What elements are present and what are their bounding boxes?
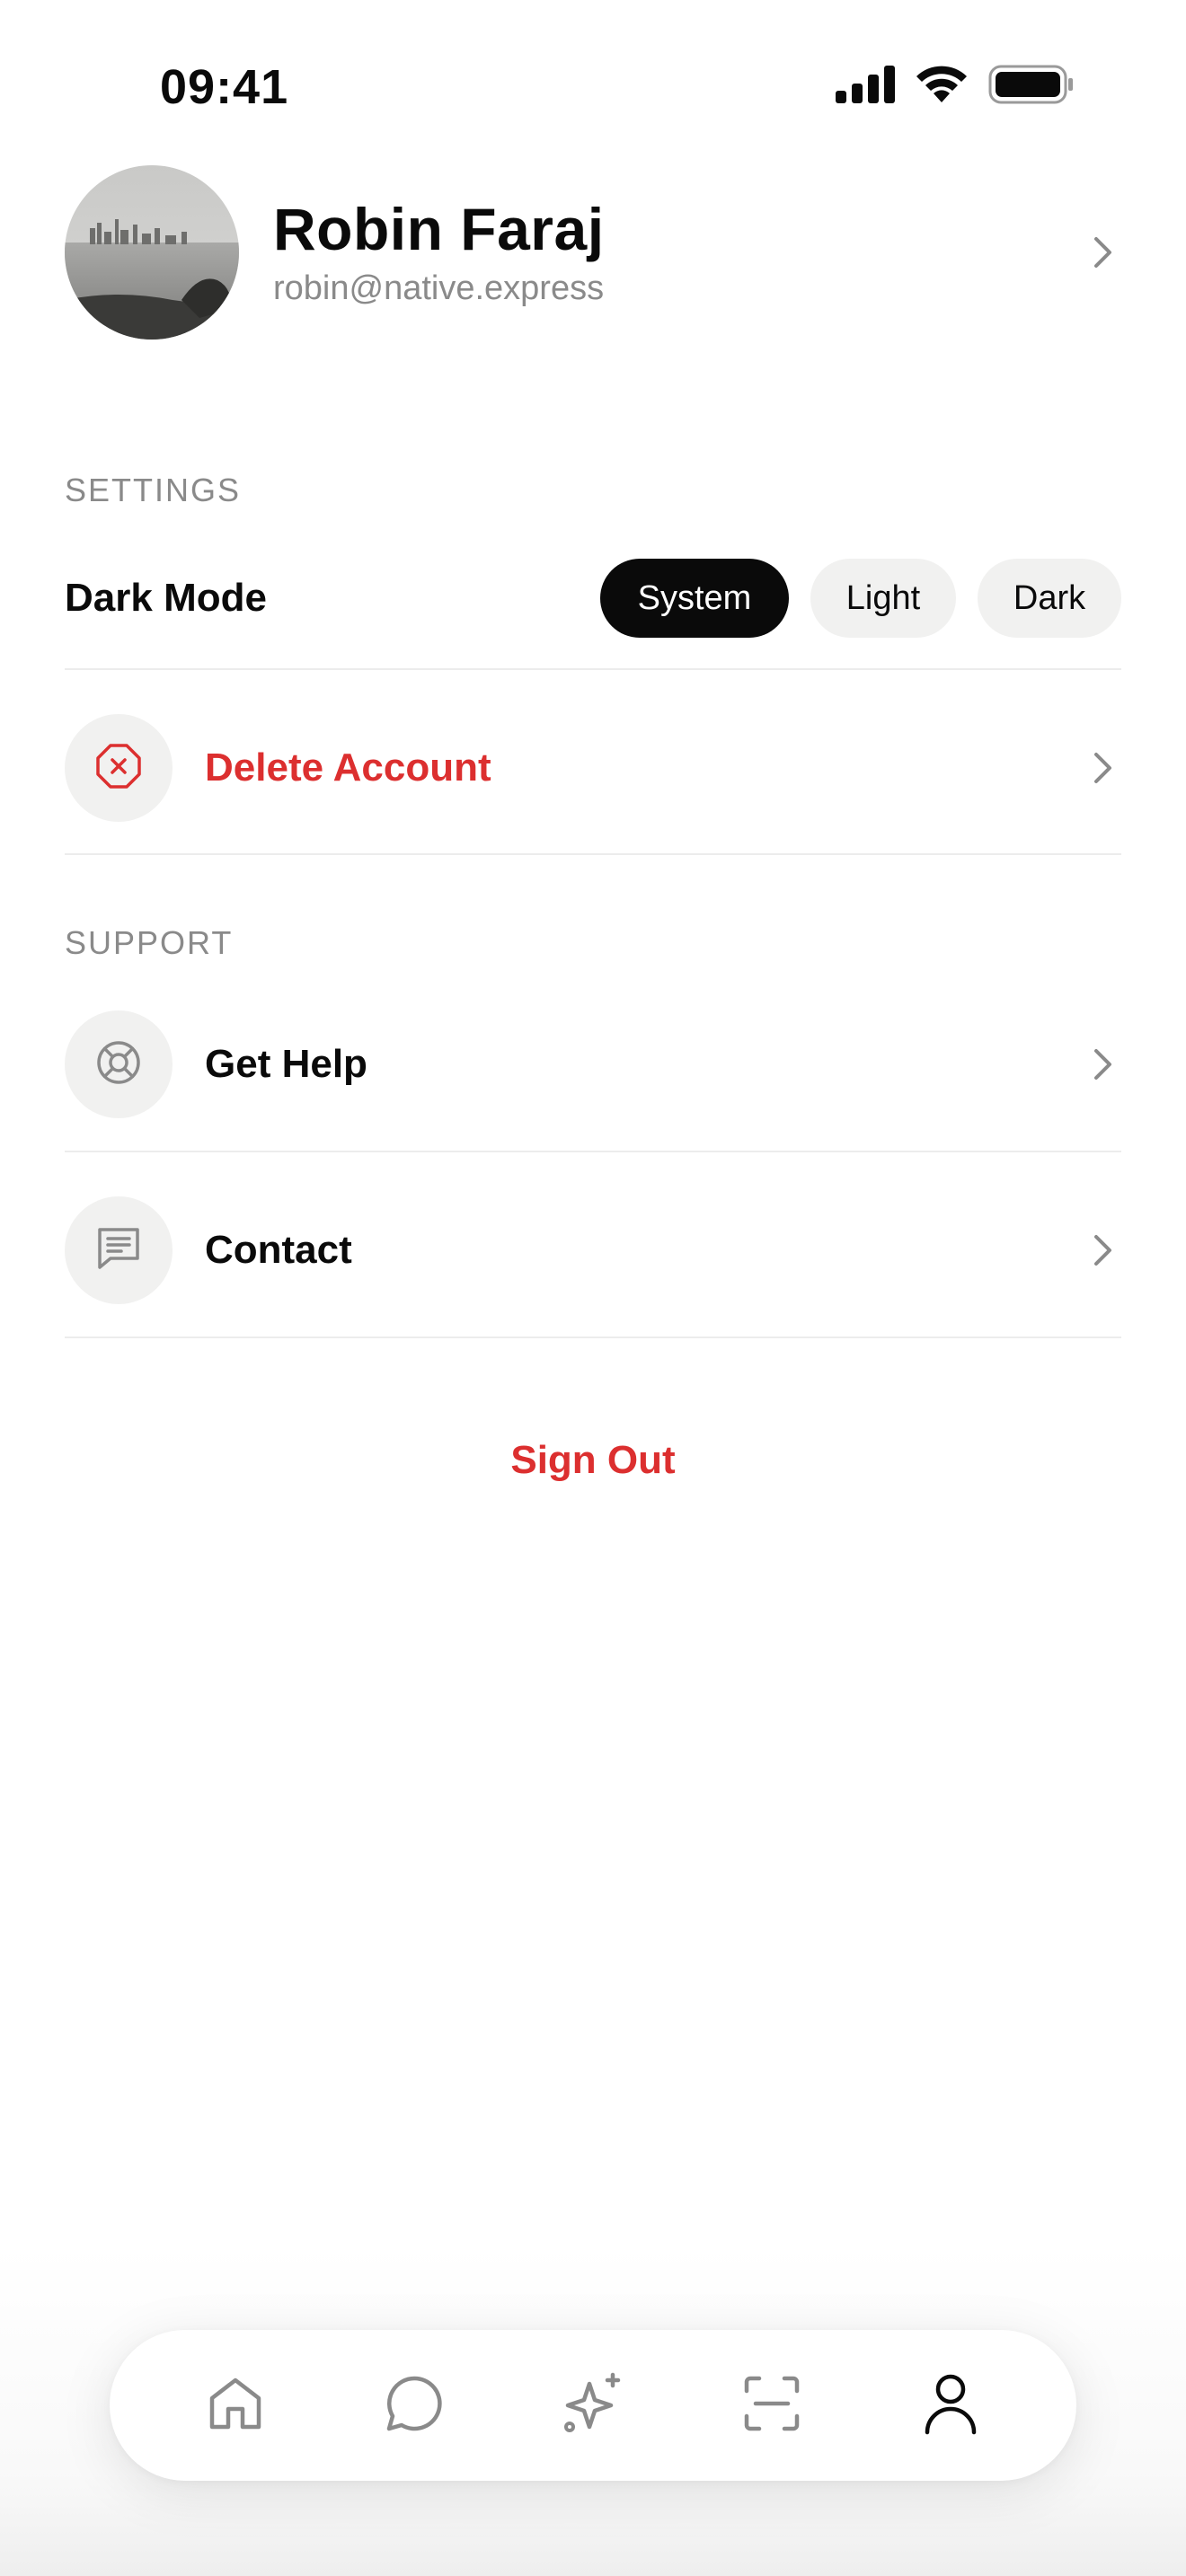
dark-mode-option-system[interactable]: System [600,559,789,638]
get-help-icon-badge [65,1010,173,1118]
chevron-right-icon [1085,750,1121,786]
avatar [65,165,239,340]
scan-icon [741,2373,802,2439]
profile-name: Robin Faraj [273,196,605,262]
contact-row[interactable]: Contact [65,1196,1121,1304]
life-buoy-icon [94,1038,143,1091]
dark-mode-segmented-control: System Light Dark [600,559,1121,638]
tab-scan[interactable] [729,2362,815,2448]
divider [65,668,1121,670]
settings-section-title: SETTINGS [65,472,242,508]
profile-email: robin@native.express [273,269,605,307]
battery-icon [988,65,1075,109]
divider [65,1337,1121,1338]
delete-account-icon-badge [65,714,173,822]
divider [65,853,1121,855]
chevron-right-icon [1085,234,1121,270]
dark-mode-option-dark[interactable]: Dark [978,559,1121,638]
sign-out-button[interactable]: Sign Out [0,1434,1186,1487]
wifi-icon [915,65,969,109]
bottom-tab-bar [110,2330,1076,2481]
dark-mode-option-light[interactable]: Light [810,559,956,638]
tab-sparkles[interactable] [550,2362,636,2448]
divider [65,1151,1121,1152]
dark-mode-row: Dark Mode System Light Dark [65,551,1121,645]
chevron-right-icon [1085,1046,1121,1082]
user-icon [920,2371,981,2440]
sparkles-icon [561,2371,625,2440]
tab-profile[interactable] [907,2362,994,2448]
contact-icon-badge [65,1196,173,1304]
profile-header[interactable]: Robin Faraj robin@native.express [65,165,1121,340]
status-bar: 09:41 [0,0,1186,171]
get-help-row[interactable]: Get Help [65,1010,1121,1118]
delete-account-row[interactable]: Delete Account [65,714,1121,822]
message-text-icon [94,1224,143,1277]
delete-account-label: Delete Account [205,745,491,790]
profile-text: Robin Faraj robin@native.express [273,194,1085,311]
home-icon [205,2373,266,2439]
chevron-right-icon [1085,1232,1121,1268]
tab-chat[interactable] [371,2362,457,2448]
dark-mode-label: Dark Mode [65,576,267,620]
tab-home[interactable] [192,2362,279,2448]
support-section-title: SUPPORT [65,924,234,961]
get-help-label: Get Help [205,1042,367,1086]
cellular-signal-icon [836,66,895,108]
chat-icon [384,2373,445,2439]
contact-label: Contact [205,1228,352,1272]
status-time: 09:41 [160,60,289,114]
status-icons [836,65,1075,109]
octagon-x-icon [94,742,143,795]
